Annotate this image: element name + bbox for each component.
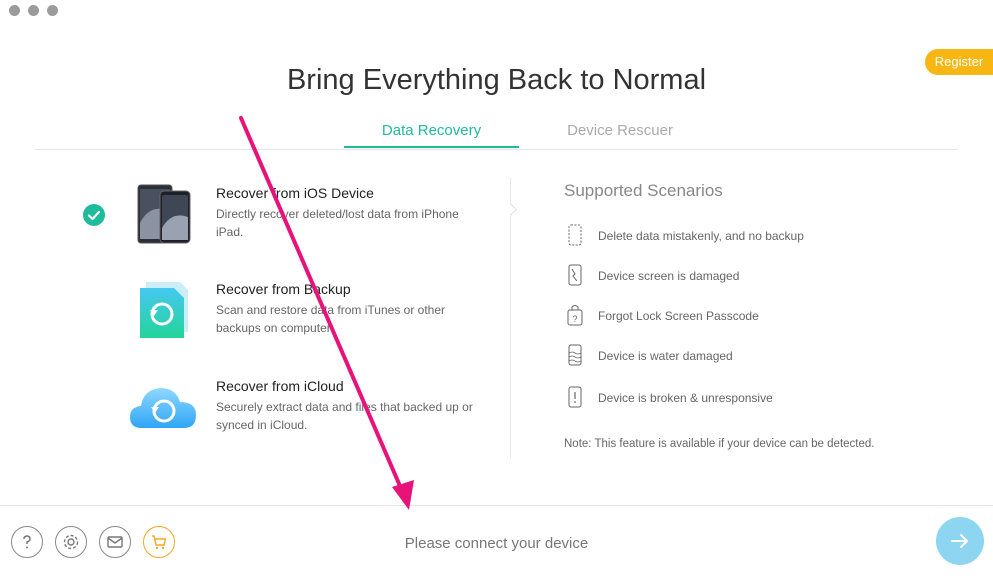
option-icloud[interactable]	[128, 382, 198, 432]
active-tab-indicator	[344, 146, 519, 148]
tab-device-rescuer[interactable]: Device Rescuer	[530, 122, 710, 139]
scenario-item: Forgot Lock Screen Passcode	[598, 309, 759, 323]
window-close-button[interactable]	[9, 5, 20, 16]
footer-divider	[0, 505, 993, 506]
unresponsive-device-icon	[568, 386, 582, 408]
scenarios-note: Note: This feature is available if your …	[564, 438, 875, 450]
svg-text:?: ?	[572, 314, 577, 324]
option-title: Recover from Backup	[216, 281, 351, 297]
next-button[interactable]	[936, 517, 984, 565]
window-zoom-button[interactable]	[47, 5, 58, 16]
scenario-item: Device screen is damaged	[598, 269, 740, 283]
connection-status: Please connect your device	[404, 535, 589, 552]
panel-pointer	[504, 203, 517, 216]
ios-device-icon	[137, 184, 191, 244]
icloud-icon	[130, 388, 196, 428]
tabs-divider	[35, 149, 958, 150]
option-backup[interactable]	[132, 280, 192, 342]
scenario-item: Device is broken & unresponsive	[598, 391, 773, 405]
page-title: Bring Everything Back to Normal	[286, 64, 707, 96]
arrow-right-icon	[951, 534, 968, 548]
window-minimize-button[interactable]	[28, 5, 39, 16]
scenarios-heading: Supported Scenarios	[564, 181, 723, 200]
option-description: Scan and restore data from iTunes or oth…	[216, 303, 446, 335]
option-title: Recover from iOS Device	[216, 185, 374, 201]
scenario-item: Device is water damaged	[598, 349, 733, 363]
option-ios-device[interactable]	[130, 183, 192, 245]
selected-check-icon	[83, 204, 105, 226]
broken-screen-icon	[568, 264, 582, 286]
option-description: Securely extract data and files that bac…	[216, 400, 473, 432]
locked-device-icon: ?	[567, 305, 583, 326]
option-description: Directly recover deleted/lost data from …	[216, 207, 459, 239]
panel-divider	[510, 178, 511, 458]
tab-data-recovery[interactable]: Data Recovery	[344, 122, 519, 139]
scenario-item: Delete data mistakenly, and no backup	[598, 229, 804, 243]
backup-icon	[140, 282, 188, 338]
water-damage-icon	[568, 344, 582, 366]
deleted-data-icon	[568, 224, 582, 246]
option-title: Recover from iCloud	[216, 378, 344, 394]
